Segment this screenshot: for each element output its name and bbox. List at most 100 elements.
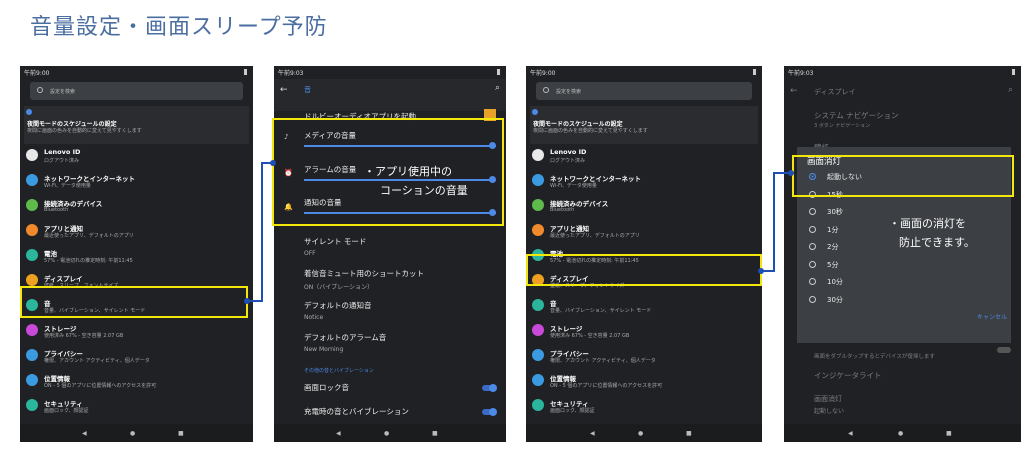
connector-dot xyxy=(244,298,250,304)
default-notification-sound-item[interactable]: デフォルトの通知音 Notice xyxy=(304,300,496,321)
recents-button[interactable]: ■ xyxy=(686,430,692,437)
search-input[interactable]: 設定を検索 xyxy=(536,82,752,100)
back-arrow-icon: ← xyxy=(790,86,798,96)
radio-button[interactable] xyxy=(809,295,816,303)
highlight-screen-timeout xyxy=(792,155,1014,197)
highlight-sound-item xyxy=(20,286,248,318)
settings-item-subtitle: 音量、バイブレーション、サイレント モード xyxy=(550,308,652,314)
settings-item-title: Lenovo ID xyxy=(44,148,81,156)
radio-label: 30分 xyxy=(827,295,843,304)
settings-item-icon xyxy=(26,174,38,186)
settings-item-subtitle: Wi-Fi、データ使用量 xyxy=(550,183,597,189)
home-button[interactable]: ● xyxy=(130,430,135,437)
settings-item-icon xyxy=(26,324,38,336)
settings-item-subtitle: 使用済み 67% - 空き容量 2.07 GB xyxy=(550,333,630,339)
settings-item[interactable]: 位置情報 ON - 5 個のアプリに位置情報へのアクセスを許可 xyxy=(20,369,253,393)
settings-item[interactable]: Lenovo ID ログアウト済み xyxy=(20,144,253,168)
charging-sound-toggle[interactable] xyxy=(482,408,497,416)
status-bar: 午前9:00 xyxy=(20,66,253,79)
back-button[interactable]: ◀ xyxy=(82,430,87,437)
page-title: 音量設定・画面スリープ予防 xyxy=(30,15,328,40)
radio-button[interactable] xyxy=(809,243,816,250)
settings-item-icon xyxy=(532,299,544,311)
settings-item[interactable]: アプリと通知 最近使ったアプリ、デフォルトのアプリ xyxy=(20,219,253,243)
section-header: その他の音とバイブレーション xyxy=(304,368,374,374)
home-button[interactable]: ● xyxy=(898,430,903,437)
radio-button[interactable] xyxy=(809,260,816,268)
settings-item-icon xyxy=(532,149,544,161)
settings-item-icon xyxy=(26,224,38,236)
settings-item[interactable]: ストレージ 使用済み 67% - 空き容量 2.07 GB xyxy=(20,319,253,343)
settings-item-subtitle: 画面ロック、顔認証 xyxy=(44,408,89,414)
settings-item[interactable]: ネットワークとインターネット Wi-Fi、データ使用量 xyxy=(20,169,253,193)
search-icon xyxy=(543,87,549,93)
settings-item-icon xyxy=(26,274,38,286)
settings-item[interactable]: 接続済みのデバイス Bluetooth xyxy=(526,194,762,218)
search-icon[interactable]: ⌕ xyxy=(495,83,500,93)
settings-item[interactable]: プライバシー 権限、アカウント アクティビティ、個人データ xyxy=(526,344,762,368)
settings-item-subtitle: Bluetooth xyxy=(550,207,575,213)
settings-item-icon xyxy=(532,199,544,211)
recents-button[interactable]: ■ xyxy=(178,430,184,437)
back-arrow-icon[interactable]: ← xyxy=(280,85,288,95)
settings-item[interactable]: ネットワークとインターネット Wi-Fi、データ使用量 xyxy=(526,169,762,193)
radio-button[interactable] xyxy=(809,278,816,285)
connector-dot xyxy=(270,160,276,166)
settings-item[interactable]: セキュリティ 画面ロック、顔認証 xyxy=(20,394,253,418)
battery-icon xyxy=(753,69,756,75)
search-input[interactable]: 設定を検索 xyxy=(30,82,243,100)
default-alarm-sound-item[interactable]: デフォルトのアラーム音 New Morning xyxy=(304,332,496,353)
back-button[interactable]: ◀ xyxy=(336,430,341,437)
back-button[interactable]: ◀ xyxy=(590,430,595,437)
settings-item-icon xyxy=(532,349,544,361)
settings-screen-1: 午前9:00 設定を検索 夜間モードのスケジュールの設定 夜間に画面の色みを自動… xyxy=(20,66,253,442)
settings-item-subtitle: ログアウト済み xyxy=(44,158,80,164)
connector-line xyxy=(248,300,262,302)
settings-item-icon xyxy=(26,374,38,386)
search-icon: ⌕ xyxy=(1007,85,1013,95)
recents-button[interactable]: ■ xyxy=(946,430,952,437)
screen-lock-sound-toggle[interactable] xyxy=(482,384,497,392)
settings-item[interactable]: プライバシー 権限、アカウント アクティビティ、個人データ xyxy=(20,344,253,368)
settings-item[interactable]: Lenovo ID ログアウト済み xyxy=(526,144,762,168)
radio-button[interactable] xyxy=(809,208,816,215)
settings-item-icon xyxy=(26,149,38,161)
recents-button[interactable]: ■ xyxy=(432,430,438,437)
settings-item-subtitle: ON - 5 個のアプリに位置情報へのアクセスを許可 xyxy=(550,383,663,389)
settings-item-icon xyxy=(26,249,38,261)
night-mode-suggestion[interactable]: 夜間モードのスケジュールの設定 夜間に画面の色みを自動的に変えて見やすくします xyxy=(24,106,249,144)
home-button[interactable]: ● xyxy=(384,430,389,437)
settings-item-title: Lenovo ID xyxy=(550,148,587,156)
highlight-volume-sliders xyxy=(272,118,504,226)
radio-button[interactable] xyxy=(809,225,816,233)
settings-item[interactable]: 接続済みのデバイス Bluetooth xyxy=(20,194,253,218)
silent-mode-item[interactable]: サイレント モード OFF xyxy=(304,236,496,257)
home-button[interactable]: ● xyxy=(638,430,643,437)
back-button[interactable]: ◀ xyxy=(848,430,853,437)
search-icon xyxy=(37,87,43,93)
night-mode-suggestion[interactable]: 夜間モードのスケジュールの設定 夜間に画面の色みを自動的に変えて見やすくします xyxy=(530,106,758,144)
charging-sound-item[interactable]: 充電時の音とバイブレーション xyxy=(304,406,496,417)
mute-shortcut-item[interactable]: 着信音ミュート用のショートカット ON（バイブレーション） xyxy=(304,268,496,291)
settings-item[interactable]: ストレージ 使用済み 67% - 空き容量 2.07 GB xyxy=(526,319,762,343)
settings-item-subtitle: 権限、アカウント アクティビティ、個人データ xyxy=(550,358,656,364)
settings-item[interactable]: 位置情報 ON - 5 個のアプリに位置情報へのアクセスを許可 xyxy=(526,369,762,393)
settings-item-icon xyxy=(26,349,38,361)
settings-item-icon xyxy=(532,374,544,386)
settings-item-subtitle: Bluetooth xyxy=(44,207,69,213)
battery-icon xyxy=(497,69,500,75)
radio-label: 2分 xyxy=(827,243,839,251)
settings-item[interactable]: アプリと通知 最近使ったアプリ、デフォルトのアプリ xyxy=(526,219,762,243)
settings-item[interactable]: 音音量、バイブレーション、サイレント モード xyxy=(526,294,762,318)
settings-item-subtitle: 最近使ったアプリ、デフォルトのアプリ xyxy=(550,233,640,239)
settings-item-subtitle: ログアウト済み xyxy=(550,158,586,164)
settings-item-icon xyxy=(532,174,544,186)
nav-bar: ◀ ● ■ xyxy=(784,424,1021,442)
nav-bar: ◀ ● ■ xyxy=(274,424,506,442)
cancel-button[interactable]: キャンセル xyxy=(977,312,1007,321)
settings-item[interactable]: セキュリティ 画面ロック、顔認証 xyxy=(526,394,762,418)
settings-item[interactable]: 電池 57% - 電池切れの推定時刻: 午前11:45 xyxy=(20,244,253,268)
screen-lock-sound-item[interactable]: 画面ロック音 xyxy=(304,382,496,393)
suggestion-icon xyxy=(532,109,538,115)
settings-item-icon xyxy=(26,399,38,411)
